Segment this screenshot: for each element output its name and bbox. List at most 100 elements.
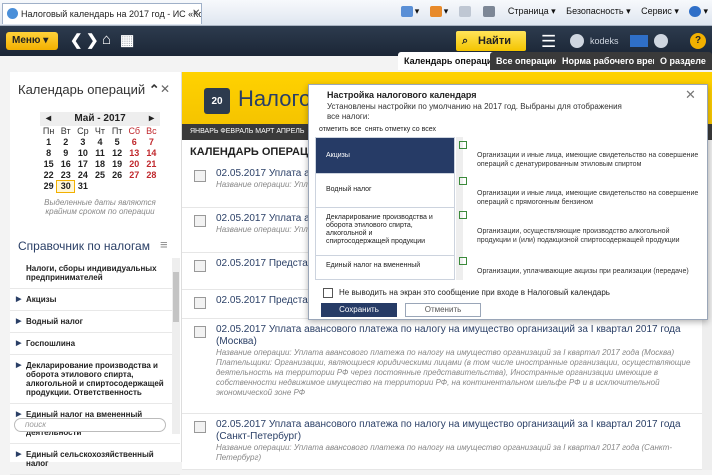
tax-item[interactable]: Декларирование производства и оборота эт… — [316, 208, 454, 256]
checkbox[interactable] — [459, 177, 467, 185]
no-show-checkbox[interactable] — [323, 288, 333, 298]
tax-item[interactable]: Акцизы — [316, 138, 454, 174]
calendar-day[interactable]: 7 — [143, 137, 160, 148]
next-month-icon[interactable]: ▸ — [149, 112, 154, 126]
calendar-day[interactable]: 25 — [91, 170, 108, 181]
calendar-day[interactable]: 8 — [40, 148, 57, 159]
menu-button[interactable]: Меню ▾ — [6, 32, 58, 50]
calendar-day[interactable]: 16 — [57, 159, 74, 170]
safety-menu[interactable]: Безопасность ▾ — [566, 6, 630, 17]
calendar-day[interactable]: 12 — [109, 148, 126, 159]
hamburger-icon[interactable]: ☰ — [541, 32, 556, 52]
calendar-day[interactable]: 6 — [126, 137, 143, 148]
site-icon — [7, 8, 18, 19]
help-menu[interactable]: ▾ — [689, 6, 708, 18]
calendar-day[interactable]: 14 — [143, 148, 160, 159]
calendar-title: Календарь операций ⌃ — [18, 82, 160, 97]
event-title: 02.05.2017 Уплата авансового платежа по … — [216, 324, 681, 347]
calendar-day[interactable]: 29 — [40, 181, 57, 192]
settings-icon[interactable] — [654, 34, 668, 48]
checkbox[interactable] — [459, 211, 467, 219]
tab-all-operations[interactable]: Все операции — [490, 52, 565, 70]
search-icon: ⌕ — [462, 35, 469, 47]
tax-item[interactable]: Водный налог — [316, 174, 454, 208]
user-panel[interactable]: kodeks — [570, 32, 680, 50]
calendar-day[interactable]: 22 — [40, 170, 57, 181]
print-button[interactable] — [483, 6, 497, 18]
calendar-day[interactable]: 5 — [109, 137, 126, 148]
calendar-day[interactable]: 20 — [126, 159, 143, 170]
menu-icon[interactable]: ≡ — [160, 237, 168, 252]
reference-title: Справочник по налогам — [18, 239, 150, 253]
tax-item[interactable]: Единый налог на вмененный — [316, 256, 454, 279]
home-icon[interactable]: ⌂ — [102, 31, 111, 48]
feeds-button[interactable]: ▾ — [429, 6, 448, 18]
list-item[interactable]: ▶ Госпошлина — [10, 333, 180, 355]
calendar-day[interactable]: 9 — [57, 148, 74, 159]
page-menu[interactable]: Страница ▾ — [508, 6, 556, 17]
no-show-label: Не выводить на экран это сообщение при в… — [339, 288, 610, 297]
calendar-day[interactable]: 27 — [126, 170, 143, 181]
search-input[interactable]: поиск — [14, 418, 166, 432]
help-button[interactable]: ? — [690, 33, 706, 49]
checkbox[interactable] — [459, 141, 467, 149]
sidebar: Календарь операций ⌃ ✕ ◂ Май - 2017 ▸ Пн… — [10, 72, 182, 475]
calendar-day[interactable]: 4 — [91, 137, 108, 148]
calendar-day[interactable]: 30 — [56, 180, 76, 193]
scrollbar-thumb[interactable] — [173, 272, 179, 322]
close-icon[interactable]: ✕ — [685, 87, 696, 103]
save-button[interactable]: Сохранить — [321, 303, 397, 317]
weekday-label: Ср — [77, 126, 89, 136]
calendar-month: Май - 2017 — [74, 113, 126, 124]
calendar-day[interactable]: 17 — [74, 159, 91, 170]
browser-chrome: Налоговый календарь на 2017 год - ИС «Ко… — [0, 0, 712, 26]
mail-button[interactable] — [458, 6, 473, 18]
list-item[interactable]: Налоги, сборы индивидуальных предпринима… — [10, 258, 180, 289]
calendar-day[interactable]: 3 — [74, 137, 91, 148]
forward-icon[interactable]: ❯ — [86, 31, 99, 49]
calendar-day[interactable]: 24 — [74, 170, 91, 181]
mark-all-link[interactable]: отметить все — [319, 126, 361, 133]
back-icon[interactable]: ❮ — [70, 31, 83, 49]
calendar-day[interactable]: 26 — [109, 170, 126, 181]
close-icon[interactable]: ✕ — [160, 82, 170, 96]
tax-description: Организации, уплачивающие акцизы при реа… — [477, 268, 689, 275]
document-icon — [194, 170, 206, 182]
cancel-button[interactable]: Отменить — [405, 303, 481, 317]
search-button[interactable]: ⌕ Найти — [456, 31, 526, 51]
event-row[interactable]: 02.05.2017 Уплата авансового платежа по … — [182, 320, 712, 414]
list-item[interactable]: ▶ Акцизы — [10, 289, 180, 311]
chevron-right-icon: ▶ — [16, 362, 22, 369]
calendar-day[interactable]: 19 — [109, 159, 126, 170]
checkbox[interactable] — [459, 257, 467, 265]
calendar-day[interactable]: 23 — [57, 170, 74, 181]
calendar-day[interactable]: 1 — [40, 137, 57, 148]
event-row[interactable]: 02.05.2017 Уплата авансового платежа по … — [182, 415, 712, 470]
list-item[interactable]: ▶ Декларирование производства и оборота э… — [10, 355, 180, 404]
unmark-all-link[interactable]: снять отметку со всех — [365, 126, 436, 133]
calendar-day[interactable]: 21 — [143, 159, 160, 170]
calendar-day[interactable]: 2 — [57, 137, 74, 148]
calendar-day[interactable]: 28 — [143, 170, 160, 181]
tools-menu[interactable]: Сервис ▾ — [641, 6, 679, 17]
list-item[interactable]: ▶ Единый сельскохозяйственный налог — [10, 444, 180, 475]
calendar-day[interactable]: 11 — [91, 148, 108, 159]
calendar-day[interactable]: 18 — [91, 159, 108, 170]
collapse-icon[interactable]: ⌃ — [149, 82, 160, 97]
document-icon — [194, 297, 206, 309]
tab-about[interactable]: О разделе — [654, 52, 712, 70]
browser-tab[interactable]: Налоговый календарь на 2017 год - ИС «Ко… — [2, 3, 202, 24]
prev-month-icon[interactable]: ◂ — [46, 112, 51, 126]
list-item[interactable]: ▶ Водный налог — [10, 311, 180, 333]
close-tab-icon[interactable]: ✕ — [192, 4, 200, 24]
grid-icon[interactable]: ▦ — [120, 31, 134, 49]
tab-operations-calendar[interactable]: Календарь операций — [398, 52, 504, 70]
calendar-day[interactable]: 10 — [74, 148, 91, 159]
home-page-button[interactable]: ▾ — [400, 6, 419, 18]
calendar-month-header: ◂ Май - 2017 ▸ — [40, 112, 160, 126]
calendar-day[interactable]: 15 — [40, 159, 57, 170]
calendar-day[interactable]: 13 — [126, 148, 143, 159]
calendar-day[interactable]: 31 — [74, 181, 91, 192]
browser-tab-title: Налоговый календарь на 2017 год - ИС «Ко… — [21, 9, 201, 19]
home-icon — [400, 6, 413, 18]
